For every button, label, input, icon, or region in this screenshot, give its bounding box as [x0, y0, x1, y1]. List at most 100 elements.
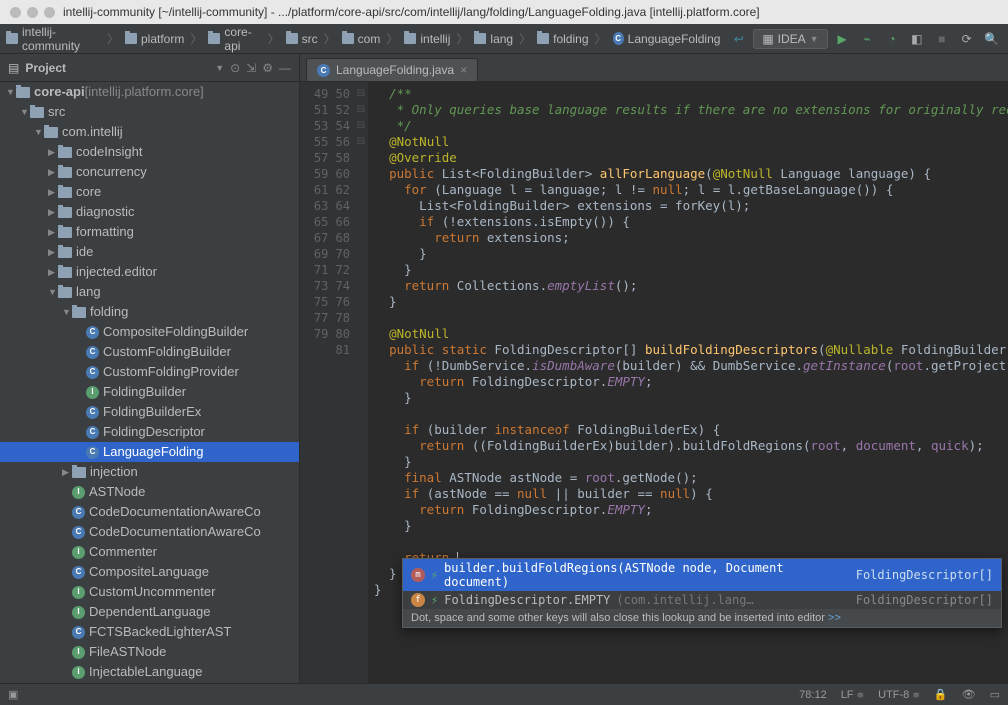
caret-position[interactable]: 78:12: [799, 689, 827, 701]
hide-icon[interactable]: —: [279, 61, 291, 75]
tree-row[interactable]: IDependentLanguage: [0, 602, 299, 622]
update-icon[interactable]: ⟳: [956, 28, 977, 50]
folder-icon: [44, 127, 58, 138]
tree-row[interactable]: ▼folding: [0, 302, 299, 322]
tree-row[interactable]: ICommenter: [0, 542, 299, 562]
project-tree[interactable]: ▼core-api [intellij.platform.core]▼src▼c…: [0, 82, 299, 683]
profile-icon[interactable]: ◧: [906, 28, 927, 50]
memory-icon[interactable]: ▭: [990, 688, 1000, 701]
back-icon[interactable]: ↩: [728, 28, 749, 50]
folder-icon: [58, 207, 72, 218]
gear-icon[interactable]: ⚙: [262, 61, 273, 75]
tree-row[interactable]: ▶injected.editor: [0, 262, 299, 282]
crumb-7[interactable]: folding: [553, 32, 588, 46]
breadcrumb[interactable]: intellij-community〉 platform〉 core-api〉 …: [6, 25, 720, 53]
tree-row[interactable]: IFileASTNode: [0, 642, 299, 662]
tree-row[interactable]: CCodeDocumentationAwareCo: [0, 522, 299, 542]
tree-row[interactable]: CCustomFoldingBuilder: [0, 342, 299, 362]
chevron-down-icon[interactable]: ▼: [215, 63, 224, 73]
crumb-6[interactable]: lang: [490, 32, 513, 46]
run-icon[interactable]: ▶: [832, 28, 853, 50]
minimize-window-icon[interactable]: [27, 7, 38, 18]
completion-hint: Dot, space and some other keys will also…: [403, 609, 1001, 627]
traffic-lights[interactable]: [10, 7, 55, 18]
crumb-4[interactable]: com: [358, 32, 381, 46]
tree-row[interactable]: IFoldingBuilder: [0, 382, 299, 402]
crumb-5[interactable]: intellij: [420, 32, 450, 46]
readonly-icon[interactable]: 🔒: [934, 688, 948, 701]
interface-icon: I: [72, 646, 85, 659]
tree-row[interactable]: CCompositeLanguage: [0, 562, 299, 582]
completion-pkg: (com.intellij.lang…: [616, 593, 753, 607]
tree-row[interactable]: CCustomFoldingProvider: [0, 362, 299, 382]
tab-label: LanguageFolding.java: [336, 63, 454, 77]
completion-return: FoldingDescriptor[]: [856, 568, 993, 582]
completion-popup: m ⚡ builder.buildFoldRegions(ASTNode nod…: [402, 558, 1002, 628]
close-window-icon[interactable]: [10, 7, 21, 18]
zoom-window-icon[interactable]: [44, 7, 55, 18]
class-icon: C: [86, 346, 99, 359]
crumb-0[interactable]: intellij-community: [22, 25, 101, 53]
project-tool-window: ▤ Project ▼ ⊙ ⇲ ⚙ — ▼core-api [intellij.…: [0, 54, 300, 683]
line-separator[interactable]: LF ≑: [841, 689, 864, 701]
inspect-icon[interactable]: 👁: [962, 688, 976, 701]
project-header: ▤ Project ▼ ⊙ ⇲ ⚙ —: [0, 54, 299, 82]
tree-row[interactable]: ▶formatting: [0, 222, 299, 242]
interface-icon: I: [72, 486, 85, 499]
tree-row[interactable]: ▶codeInsight: [0, 142, 299, 162]
tree-row[interactable]: ▶ide: [0, 242, 299, 262]
navigation-bar: intellij-community〉 platform〉 core-api〉 …: [0, 24, 1008, 54]
tree-row[interactable]: ▶concurrency: [0, 162, 299, 182]
tree-row[interactable]: IInjectableLanguage: [0, 662, 299, 682]
editor-tabs: C LanguageFolding.java ×: [300, 54, 1008, 82]
crumb-1[interactable]: platform: [141, 32, 184, 46]
completion-hint-link[interactable]: >>: [828, 612, 841, 624]
tree-row[interactable]: CLanguageFolding: [0, 442, 299, 462]
tree-row[interactable]: ▶diagnostic: [0, 202, 299, 222]
tree-row[interactable]: ▼lang: [0, 282, 299, 302]
tree-row[interactable]: ▼com.intellij: [0, 122, 299, 142]
tree-row[interactable]: CFoldingBuilderEx: [0, 402, 299, 422]
field-icon: f: [411, 593, 425, 607]
editor-area: C LanguageFolding.java × 49 50 51 52 53 …: [300, 54, 1008, 683]
debug-icon[interactable]: ⌁: [857, 28, 878, 50]
stop-icon[interactable]: ■: [931, 28, 952, 50]
tree-row[interactable]: ▼core-api [intellij.platform.core]: [0, 82, 299, 102]
tree-row[interactable]: ▶injection: [0, 462, 299, 482]
tree-row[interactable]: ▼src: [0, 102, 299, 122]
class-icon: C: [86, 366, 99, 379]
crumb-3[interactable]: src: [302, 32, 318, 46]
class-icon: C: [317, 64, 330, 77]
project-icon: ▤: [8, 61, 19, 75]
crumb-8[interactable]: LanguageFolding: [628, 32, 721, 46]
fold-gutter[interactable]: ⊟ ⊟ ⊟ ⊟: [354, 82, 368, 683]
search-icon[interactable]: 🔍: [981, 28, 1002, 50]
class-icon: C: [72, 566, 85, 579]
editor-tab[interactable]: C LanguageFolding.java ×: [306, 58, 478, 81]
tree-row[interactable]: CFCTSBackedLighterAST: [0, 622, 299, 642]
folder-icon: [342, 33, 354, 44]
completion-item[interactable]: f ⚡ FoldingDescriptor.EMPTY (com.intelli…: [403, 591, 1001, 609]
collapse-icon[interactable]: ⇲: [246, 61, 256, 75]
crumb-2[interactable]: core-api: [224, 25, 261, 53]
tree-row[interactable]: IASTNode: [0, 482, 299, 502]
tree-row[interactable]: CCompositeFoldingBuilder: [0, 322, 299, 342]
target-icon[interactable]: ⊙: [230, 61, 240, 75]
tree-row[interactable]: ICustomUncommenter: [0, 582, 299, 602]
tree-row[interactable]: CCodeDocumentationAwareCo: [0, 502, 299, 522]
interface-icon: I: [72, 666, 85, 679]
tree-row[interactable]: ▶core: [0, 182, 299, 202]
close-icon[interactable]: ×: [460, 63, 467, 77]
folder-icon: [474, 33, 486, 44]
folder-icon: [6, 33, 18, 44]
folder-icon: [58, 187, 72, 198]
folder-icon: [125, 33, 137, 44]
coverage-icon[interactable]: ◔: [881, 28, 902, 50]
run-config-selector[interactable]: ▦ IDEA ▼: [753, 29, 827, 49]
file-encoding[interactable]: UTF-8 ≑: [878, 689, 920, 701]
tool-windows-icon[interactable]: ▣: [8, 688, 18, 701]
line-gutter[interactable]: 49 50 51 52 53 54 55 56 57 58 59 60 61 6…: [300, 82, 354, 683]
tree-row[interactable]: CFoldingDescriptor: [0, 422, 299, 442]
completion-item-selected[interactable]: m ⚡ builder.buildFoldRegions(ASTNode nod…: [403, 559, 1001, 591]
folder-icon: [58, 287, 72, 298]
